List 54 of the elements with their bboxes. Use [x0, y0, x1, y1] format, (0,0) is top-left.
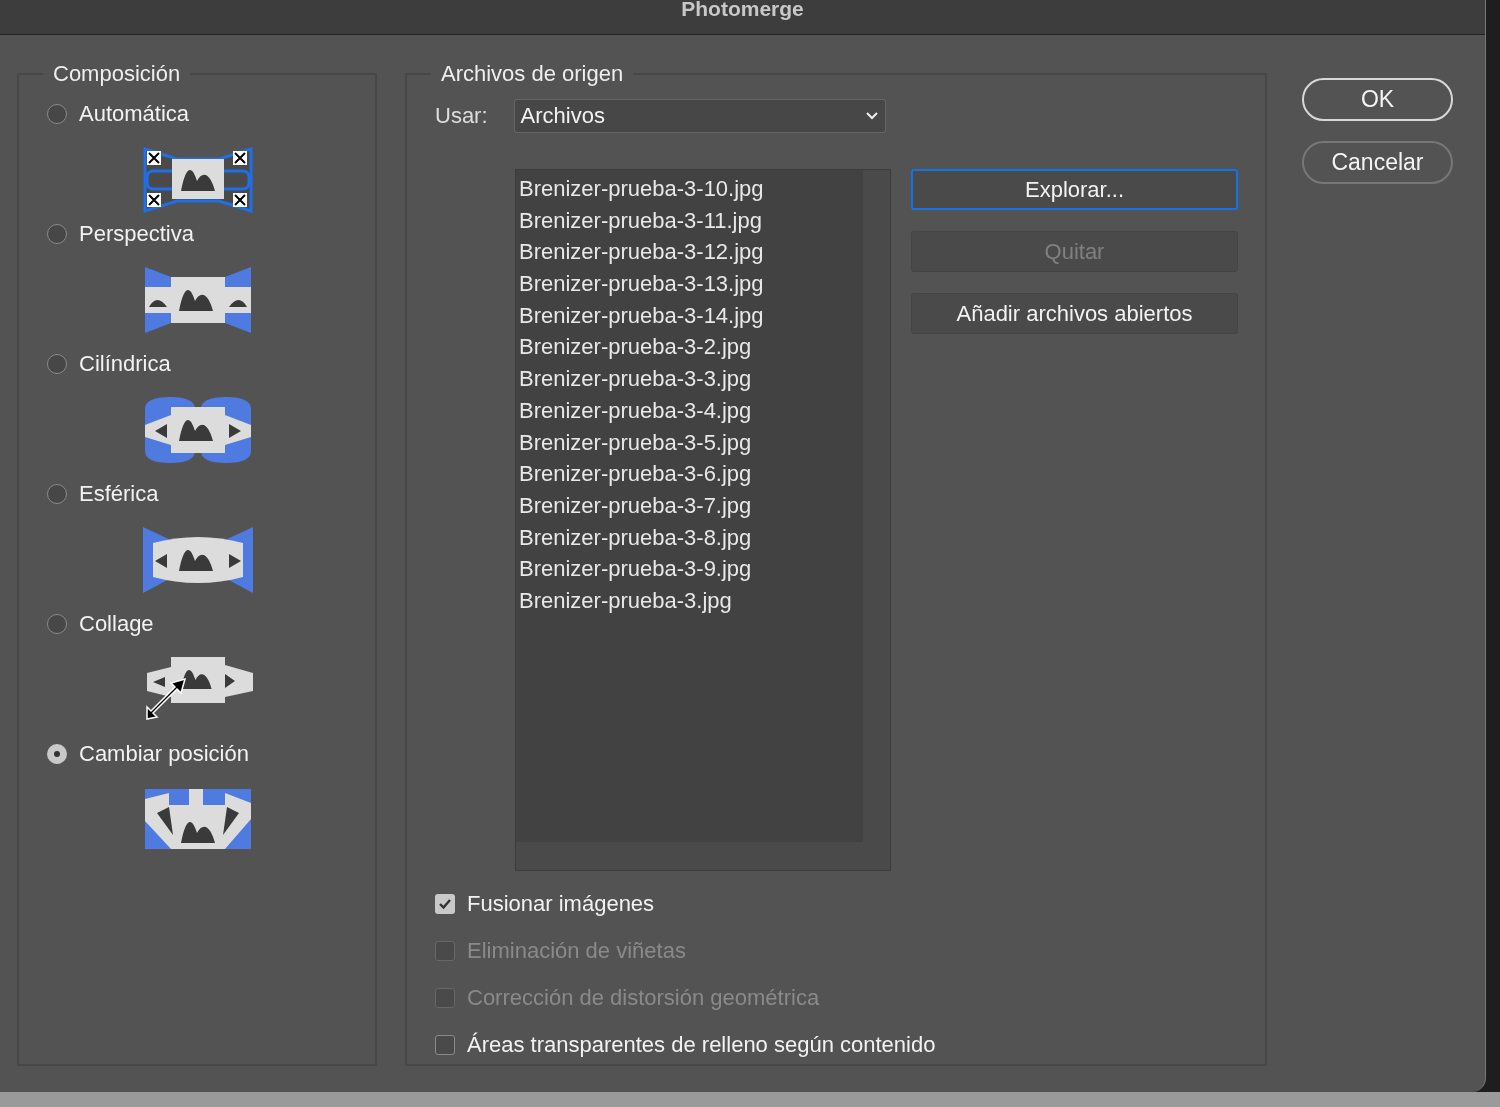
file-list-item[interactable]: Brenizer-prueba-3-13.jpg	[516, 268, 863, 300]
file-list-item[interactable]: Brenizer-prueba-3-12.jpg	[516, 236, 863, 269]
use-dropdown[interactable]: Archivos	[513, 99, 886, 133]
checkmark-icon	[438, 898, 452, 910]
file-list-item[interactable]: Brenizer-prueba-3-4.jpg	[516, 394, 863, 427]
dialog-button[interactable]: OK	[1302, 78, 1453, 121]
layout-radio-option[interactable]: Collage	[47, 607, 375, 641]
perspective-layout-icon	[143, 267, 253, 333]
file-list-item[interactable]: Brenizer-prueba-3-7.jpg	[516, 489, 863, 522]
checkbox[interactable]	[435, 894, 455, 914]
layout-radio-option[interactable]: Cilíndrica	[47, 347, 375, 381]
option-label: Fusionar imágenes	[467, 891, 655, 917]
file-list-item[interactable]: Brenizer-prueba-3-9.jpg	[516, 553, 863, 585]
checkbox-option[interactable]: Fusionar imágenes	[435, 889, 1265, 919]
file-list-item[interactable]: Brenizer-prueba-3-3.jpg	[516, 363, 863, 395]
option-label: Cilíndrica	[79, 351, 171, 377]
layout-radio-option[interactable]: Cambiar posición	[47, 737, 375, 771]
radio-button[interactable]	[47, 224, 67, 244]
auto-layout-icon	[143, 147, 253, 213]
radio-button[interactable]	[47, 614, 67, 634]
file-list-item[interactable]: Brenizer-prueba-3-14.jpg	[516, 299, 863, 332]
option-label: Áreas transparentes de relleno según contenido	[467, 1032, 936, 1058]
file-list-item[interactable]: Brenizer-prueba-3-6.jpg	[516, 458, 863, 490]
chevron-down-icon	[864, 111, 879, 121]
file-action-button[interactable]: Explorar...	[911, 169, 1238, 210]
radio-button[interactable]	[47, 104, 67, 124]
option-label: Automática	[79, 101, 190, 127]
file-list-item[interactable]: Brenizer-prueba-3-11.jpg	[516, 204, 863, 237]
window-title: Photomerge	[681, 0, 804, 18]
use-label: Usar:	[435, 103, 488, 129]
file-list-item[interactable]: Brenizer-prueba-3.jpg	[516, 584, 863, 617]
checkbox[interactable]	[435, 1035, 455, 1055]
panel-title: Composición	[52, 61, 182, 87]
option-label: Perspectiva	[79, 221, 194, 247]
file-list-item[interactable]: Brenizer-prueba-3-10.jpg	[516, 173, 863, 205]
file-list-item[interactable]: Brenizer-prueba-3-8.jpg	[516, 521, 863, 554]
collage-layout-icon	[143, 657, 253, 723]
radio-button[interactable]	[47, 744, 67, 764]
spherical-layout-icon	[143, 527, 253, 593]
file-action-button[interactable]: Añadir archivos abiertos	[911, 293, 1238, 334]
radio-button[interactable]	[47, 484, 67, 504]
panel-title: Archivos de origen	[440, 61, 625, 87]
checkbox-option[interactable]: Áreas transparentes de relleno según contenido	[435, 1030, 1265, 1060]
cylindrical-layout-icon	[143, 397, 253, 463]
option-label: Collage	[79, 611, 154, 637]
layout-radio-option[interactable]: Perspectiva	[47, 217, 375, 251]
file-list-item[interactable]: Brenizer-prueba-3-2.jpg	[516, 331, 863, 364]
option-label: Esférica	[79, 481, 159, 507]
option-label: Cambiar posición	[79, 741, 249, 767]
file-list-item[interactable]: Brenizer-prueba-3-5.jpg	[516, 426, 863, 459]
layout-radio-option[interactable]: Automática	[47, 97, 375, 131]
layout-radio-option[interactable]: Esférica	[47, 477, 375, 511]
dialog-button[interactable]: Cancelar	[1302, 141, 1453, 184]
radio-button[interactable]	[47, 354, 67, 374]
